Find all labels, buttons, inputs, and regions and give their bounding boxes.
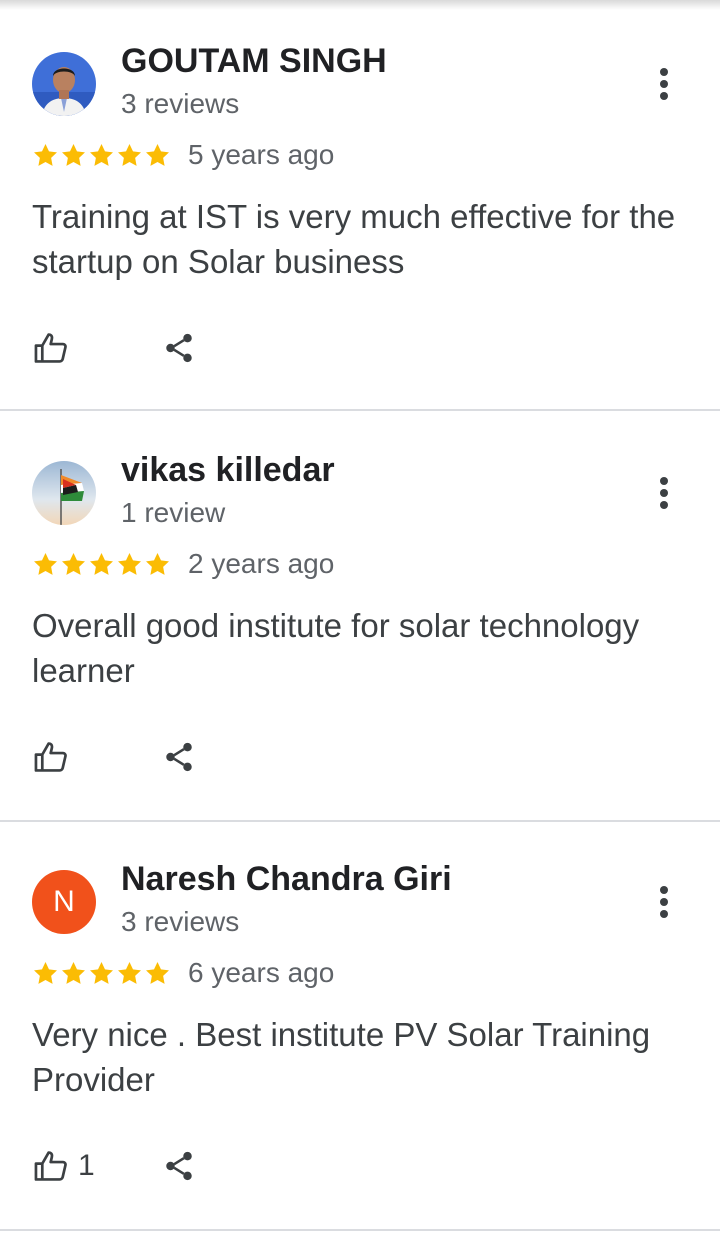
star-icon xyxy=(146,961,169,984)
avatar-photo xyxy=(32,52,96,116)
more-vert-icon-dot xyxy=(660,501,668,509)
share-icon[interactable] xyxy=(162,330,196,366)
reviewer-name[interactable]: vikas killedar xyxy=(121,451,335,490)
star-icon xyxy=(146,552,169,575)
rating-row: 5 years ago xyxy=(32,138,334,172)
like-button[interactable]: 1 xyxy=(32,1147,162,1185)
more-vert-icon xyxy=(660,68,668,76)
review-text: Overall good institute for solar technol… xyxy=(32,607,640,689)
star-icon xyxy=(118,961,141,984)
review-age: 2 years ago xyxy=(188,548,335,579)
review-actions: 1 xyxy=(32,1144,196,1188)
divider xyxy=(0,409,720,411)
star-icon xyxy=(62,143,85,166)
more-vert-icon-dot xyxy=(660,898,668,906)
thumb-up-icon xyxy=(34,742,67,772)
star-icon xyxy=(34,961,57,984)
star-rating xyxy=(32,551,172,578)
star-icon xyxy=(34,143,57,166)
star-icon xyxy=(118,552,141,575)
reviewer-review-count: 3 reviews xyxy=(121,88,240,119)
review-card: vikas killedar 1 review 2 years ago Over… xyxy=(0,413,720,822)
review-actions xyxy=(32,326,196,370)
more-vert-icon xyxy=(660,886,668,894)
star-rating xyxy=(32,960,172,987)
reviewer-review-count: 3 reviews xyxy=(121,906,240,937)
review-text: Very nice . Best institute PV Solar Trai… xyxy=(32,1016,651,1098)
like-count: 1 xyxy=(78,1149,95,1182)
avatar-letter: N xyxy=(53,885,75,918)
more-options-button[interactable] xyxy=(644,880,684,924)
more-vert-icon-dot xyxy=(660,80,668,88)
more-options-button[interactable] xyxy=(644,62,684,106)
thumb-up-icon xyxy=(34,333,67,363)
star-icon xyxy=(34,552,57,575)
star-icon xyxy=(90,552,113,575)
like-button[interactable] xyxy=(32,738,162,776)
star-icon xyxy=(62,961,85,984)
share-icon[interactable] xyxy=(162,739,196,775)
more-vert-icon-dot xyxy=(660,92,668,100)
star-rating xyxy=(32,142,172,169)
more-vert-icon-dot xyxy=(660,910,668,918)
rating-row: 2 years ago xyxy=(32,547,334,581)
avatar[interactable] xyxy=(32,52,96,116)
reviewer-name[interactable]: Naresh Chandra Giri xyxy=(121,860,452,899)
reviewer-name[interactable]: GOUTAM SINGH xyxy=(121,42,387,81)
share-icon[interactable] xyxy=(162,1148,196,1184)
reviewer-review-count: 1 review xyxy=(121,497,226,528)
thumb-up-icon xyxy=(34,1151,67,1181)
review-text: Training at IST is very much effective f… xyxy=(32,198,676,280)
more-vert-icon-dot xyxy=(660,489,668,497)
like-button[interactable] xyxy=(32,329,162,367)
review-card: GOUTAM SINGH 3 reviews 5 years ago Train… xyxy=(0,4,720,413)
star-icon xyxy=(118,143,141,166)
more-vert-icon xyxy=(660,477,668,485)
review-age: 5 years ago xyxy=(188,139,335,170)
avatar[interactable]: N xyxy=(32,870,96,934)
star-icon xyxy=(90,143,113,166)
divider xyxy=(0,1229,720,1231)
review-card: N Naresh Chandra Giri 3 reviews 6 years … xyxy=(0,822,720,1231)
star-icon xyxy=(62,552,85,575)
star-icon xyxy=(146,143,169,166)
star-icon xyxy=(90,961,113,984)
avatar-photo xyxy=(32,461,96,525)
avatar[interactable] xyxy=(32,461,96,525)
rating-row: 6 years ago xyxy=(32,956,334,990)
review-actions xyxy=(32,735,196,779)
more-options-button[interactable] xyxy=(644,471,684,515)
review-age: 6 years ago xyxy=(188,957,335,988)
